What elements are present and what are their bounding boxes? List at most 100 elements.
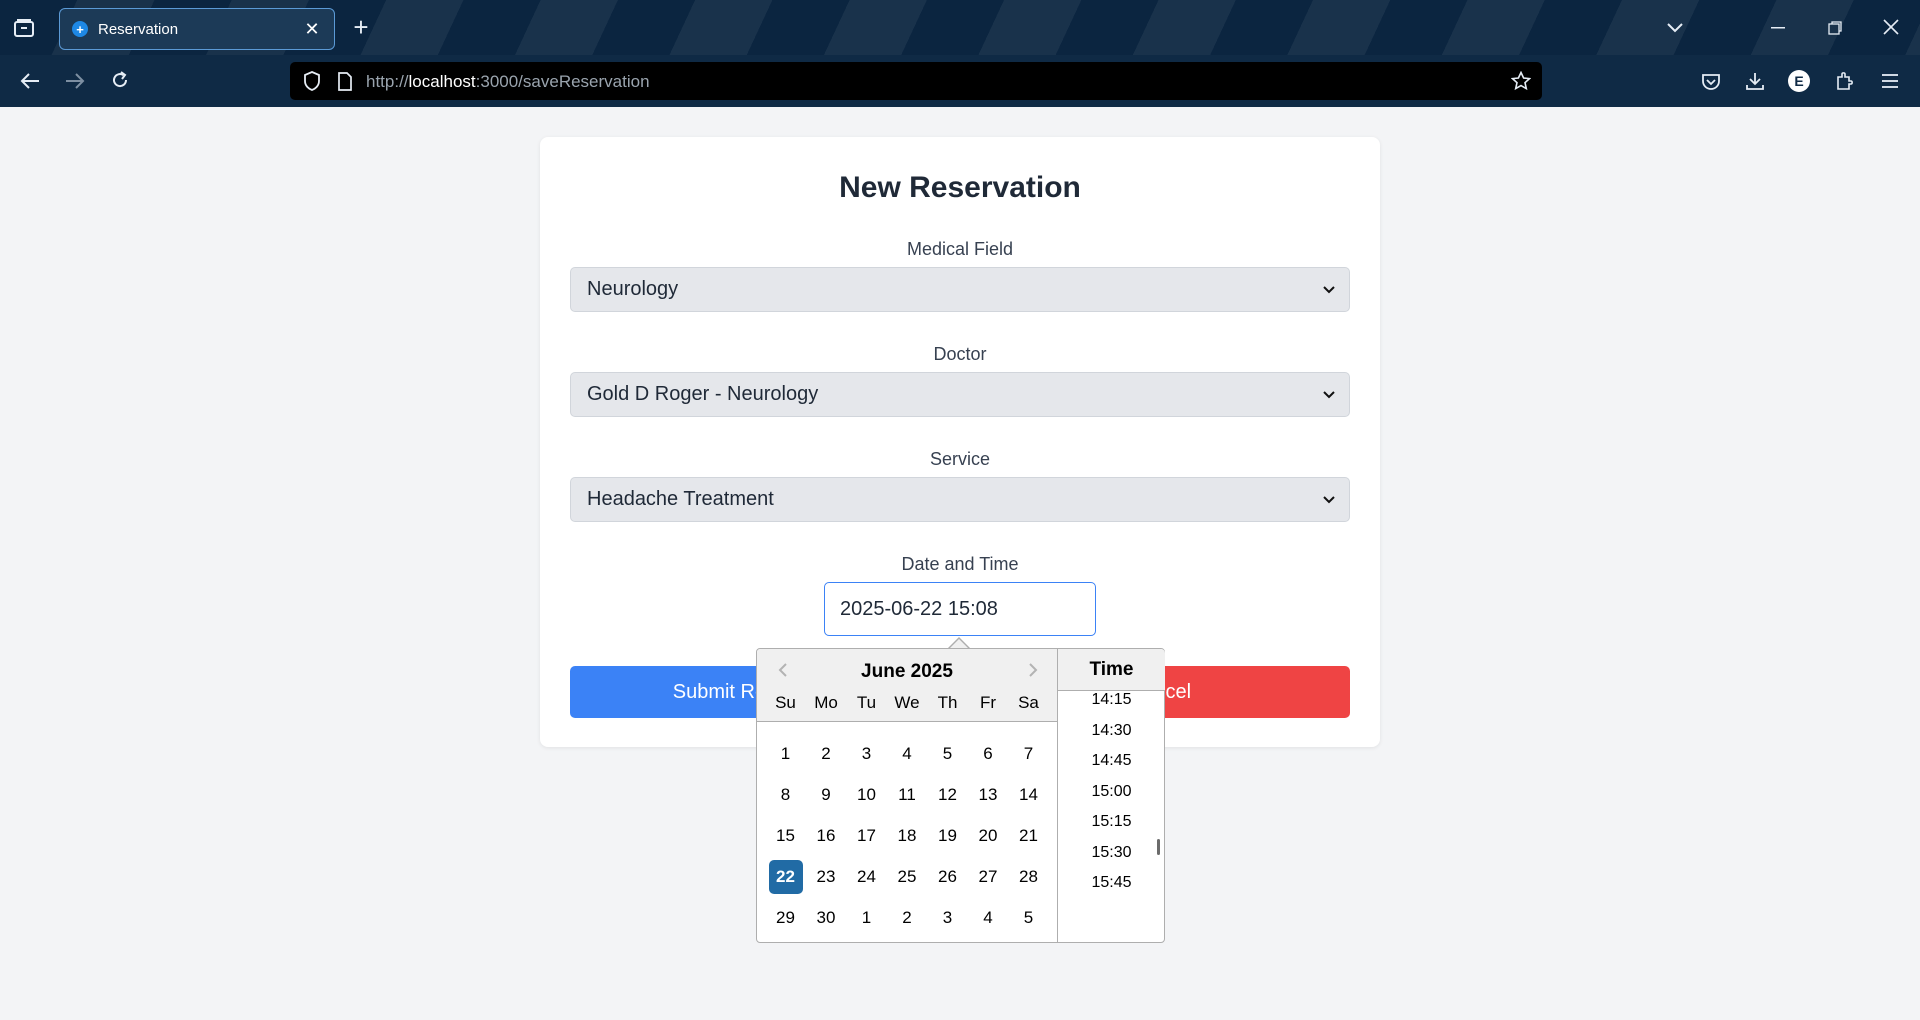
chevron-down-icon — [1323, 391, 1335, 399]
calendar-day[interactable]: 7 — [1012, 737, 1046, 771]
calendar-day[interactable]: 12 — [931, 778, 965, 812]
doctor-label: Doctor — [933, 344, 987, 364]
time-column: Time 14:15 14:30 14:45 15:00 15:15 15:30 15:45 — [1057, 649, 1165, 942]
url-text[interactable]: http://localhost:3000/saveReservation — [366, 72, 650, 92]
calendar-day[interactable]: 11 — [890, 778, 924, 812]
minimize-icon[interactable] — [1766, 16, 1790, 40]
menu-hamburger-icon[interactable] — [1878, 69, 1902, 93]
calendar-day[interactable]: 30 — [809, 901, 843, 935]
datetime-input[interactable]: 2025-06-22 15:08 — [824, 582, 1096, 636]
service-select[interactable]: Headache Treatment — [570, 477, 1350, 522]
time-list-scrollbar[interactable] — [1157, 839, 1160, 855]
shield-icon[interactable] — [301, 70, 323, 92]
back-arrow-icon[interactable] — [18, 69, 42, 93]
page-icon — [334, 70, 356, 92]
calendar-day[interactable]: 18 — [890, 819, 924, 853]
calendar-week-row: 8 9 10 11 12 13 14 — [757, 774, 1057, 815]
tab-overview-icon[interactable] — [12, 16, 36, 40]
address-bar[interactable]: http://localhost:3000/saveReservation — [290, 62, 1542, 100]
calendar-day[interactable]: 25 — [890, 860, 924, 894]
calendar-day[interactable]: 3 — [850, 737, 884, 771]
calendar-day[interactable]: 3 — [931, 901, 965, 935]
medical-field-value: Neurology — [587, 278, 679, 300]
calendar-day[interactable]: 21 — [1012, 819, 1046, 853]
datepicker-header: June 2025 Su Mo Tu We Th Fr Sa — [757, 649, 1057, 722]
calendar-day[interactable]: 14 — [1012, 778, 1046, 812]
calendar-day[interactable]: 20 — [971, 819, 1005, 853]
calendar-day[interactable]: 1 — [769, 737, 803, 771]
calendar-day[interactable]: 27 — [971, 860, 1005, 894]
doctor-select[interactable]: Gold D Roger - Neurology — [570, 372, 1350, 417]
calendar-day[interactable]: 9 — [809, 778, 843, 812]
time-option[interactable]: 14:15 — [1058, 692, 1165, 709]
forward-arrow-icon[interactable] — [63, 69, 87, 93]
tab-title: Reservation — [98, 20, 179, 38]
new-tab-button[interactable]: + — [348, 12, 374, 42]
bookmark-star-icon[interactable] — [1510, 70, 1532, 92]
time-option[interactable]: 15:45 — [1058, 874, 1165, 892]
datetime-label: Date and Time — [901, 554, 1019, 574]
weekday-label: Sa — [1018, 693, 1039, 712]
datetime-value: 2025-06-22 15:08 — [840, 597, 998, 620]
weekday-label: Th — [937, 693, 958, 712]
calendar-grid: 1 2 3 4 5 6 7 8 9 10 11 12 13 14 15 16 17 18 19 20 21 22 23 24 2… — [757, 733, 1057, 938]
calendar-day[interactable]: 13 — [971, 778, 1005, 812]
time-option[interactable]: 15:00 — [1058, 783, 1165, 801]
calendar-day[interactable]: 8 — [769, 778, 803, 812]
tab-strip: + Reservation ✕ + — [0, 0, 1920, 55]
calendar-day[interactable]: 10 — [850, 778, 884, 812]
download-icon[interactable] — [1743, 69, 1767, 93]
extensions-icon[interactable] — [1833, 69, 1857, 93]
calendar-day-selected[interactable]: 22 — [768, 859, 803, 894]
medical-field-select[interactable]: Neurology — [570, 267, 1350, 312]
calendar-day[interactable]: 5 — [1012, 901, 1046, 935]
calendar-day[interactable]: 4 — [971, 901, 1005, 935]
calendar-week-row: 29 30 1 2 3 4 5 — [757, 897, 1057, 938]
datepicker-popup: June 2025 Su Mo Tu We Th Fr Sa 123456789… — [756, 648, 1165, 943]
medical-field-label: Medical Field — [906, 239, 1014, 259]
reload-icon[interactable] — [108, 68, 132, 92]
weekday-header: Su Mo Tu We Th Fr Sa — [757, 693, 1057, 713]
next-month-icon[interactable] — [1027, 658, 1039, 684]
window-close-icon[interactable] — [1879, 15, 1903, 39]
time-option[interactable]: 15:15 — [1058, 813, 1165, 831]
tab-reservation[interactable]: + Reservation ✕ — [59, 8, 335, 50]
close-icon[interactable]: ✕ — [302, 19, 322, 40]
weekday-label: Mo — [814, 693, 838, 712]
tab-list-chevron-icon[interactable] — [1664, 17, 1686, 39]
calendar-day[interactable]: 28 — [1012, 860, 1046, 894]
calendar-week-row: 1234567 — [757, 733, 1057, 774]
calendar-day[interactable]: 2 — [890, 901, 924, 935]
calendar-week-row: 15 16 17 18 19 20 21 — [757, 815, 1057, 856]
chevron-down-icon — [1323, 496, 1335, 504]
calendar-week-row: 22 23 24 25 26 27 28 — [757, 856, 1057, 897]
calendar-day[interactable]: 6 — [971, 737, 1005, 771]
medical-cross-icon: + — [72, 21, 88, 37]
time-option[interactable]: 15:30 — [1058, 844, 1165, 862]
calendar-day[interactable]: 1 — [850, 901, 884, 935]
page-title: New Reservation — [839, 171, 1081, 204]
calendar-day[interactable]: 23 — [809, 860, 843, 894]
restore-icon[interactable] — [1823, 16, 1847, 40]
service-label: Service — [929, 449, 991, 469]
calendar-day[interactable]: 29 — [769, 901, 803, 935]
weekday-label: Tu — [856, 693, 877, 712]
calendar-day[interactable]: 24 — [850, 860, 884, 894]
calendar-day[interactable]: 2 — [809, 737, 843, 771]
chevron-down-icon — [1323, 286, 1335, 294]
time-list[interactable]: 14:15 14:30 14:45 15:00 15:15 15:30 15:45 — [1058, 692, 1165, 942]
calendar-day[interactable]: 5 — [931, 737, 965, 771]
weekday-label: Fr — [979, 693, 997, 712]
service-value: Headache Treatment — [587, 488, 774, 510]
time-option[interactable]: 14:45 — [1058, 752, 1165, 770]
calendar-day[interactable]: 19 — [931, 819, 965, 853]
time-option[interactable]: 14:30 — [1058, 722, 1165, 740]
calendar-day[interactable]: 26 — [931, 860, 965, 894]
calendar-day[interactable]: 16 — [809, 819, 843, 853]
calendar-day[interactable]: 4 — [890, 737, 924, 771]
calendar-day[interactable]: 15 — [769, 819, 803, 853]
calendar-day[interactable]: 17 — [850, 819, 884, 853]
account-avatar[interactable]: E — [1788, 70, 1810, 92]
pocket-icon[interactable] — [1699, 70, 1723, 94]
weekday-label: Su — [775, 693, 796, 712]
